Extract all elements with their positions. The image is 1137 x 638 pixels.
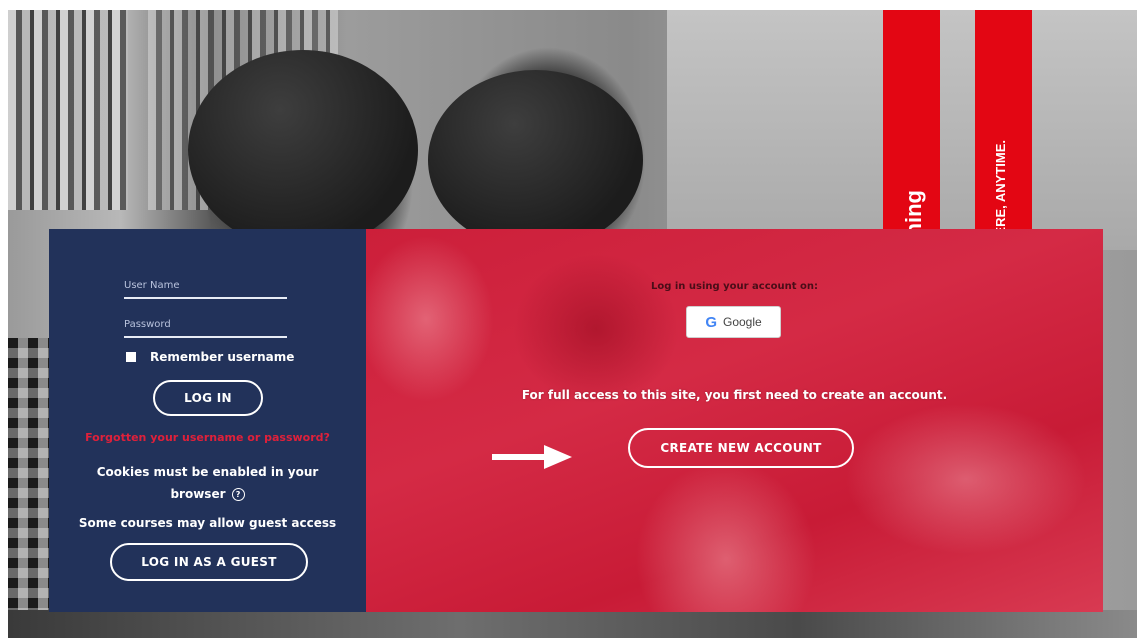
password-field bbox=[124, 312, 287, 338]
guest-access-text: Some courses may allow guest access bbox=[78, 516, 337, 530]
create-account-button[interactable]: CREATE NEW ACCOUNT bbox=[628, 428, 854, 468]
background-head-right bbox=[428, 70, 643, 250]
username-input[interactable] bbox=[124, 280, 287, 297]
arrow-right-icon bbox=[492, 445, 572, 469]
help-icon[interactable]: ? bbox=[231, 488, 245, 501]
cookies-line-2-text: browser bbox=[170, 487, 226, 501]
banner-2-text: ERE, ANYTIME. bbox=[993, 140, 1008, 236]
remember-checkbox[interactable] bbox=[126, 352, 136, 362]
cookies-notice: Cookies must be enabled in your browser? bbox=[49, 461, 366, 505]
guest-login-button[interactable]: LOG IN AS A GUEST bbox=[110, 543, 308, 581]
remember-label: Remember username bbox=[150, 350, 295, 364]
background-banner-2: ERE, ANYTIME. bbox=[975, 10, 1032, 242]
full-access-text: For full access to this site, you first … bbox=[521, 388, 948, 402]
login-button[interactable]: LOG IN bbox=[153, 380, 263, 416]
username-field bbox=[124, 273, 287, 299]
password-underline bbox=[124, 336, 287, 338]
google-login-button[interactable]: G Google bbox=[686, 306, 781, 338]
login-using-text: Log in using your account on: bbox=[650, 281, 819, 292]
login-panel: Remember username LOG IN Forgotten your … bbox=[49, 229, 366, 612]
password-input[interactable] bbox=[124, 319, 287, 336]
background-curtain-left bbox=[8, 10, 128, 210]
background-floor bbox=[8, 610, 1137, 638]
forgot-password-link[interactable]: Forgotten your username or password? bbox=[49, 431, 366, 444]
google-label: Google bbox=[722, 315, 762, 329]
signup-panel: Log in using your account on: G Google F… bbox=[366, 229, 1103, 612]
google-icon: G bbox=[705, 313, 717, 331]
cookies-line-2: browser? bbox=[49, 483, 366, 505]
background-head-left bbox=[188, 50, 418, 250]
username-underline bbox=[124, 297, 287, 299]
background-banner-1: ning bbox=[883, 10, 940, 242]
remember-username[interactable]: Remember username bbox=[126, 350, 294, 364]
cookies-line-1: Cookies must be enabled in your bbox=[96, 465, 319, 479]
